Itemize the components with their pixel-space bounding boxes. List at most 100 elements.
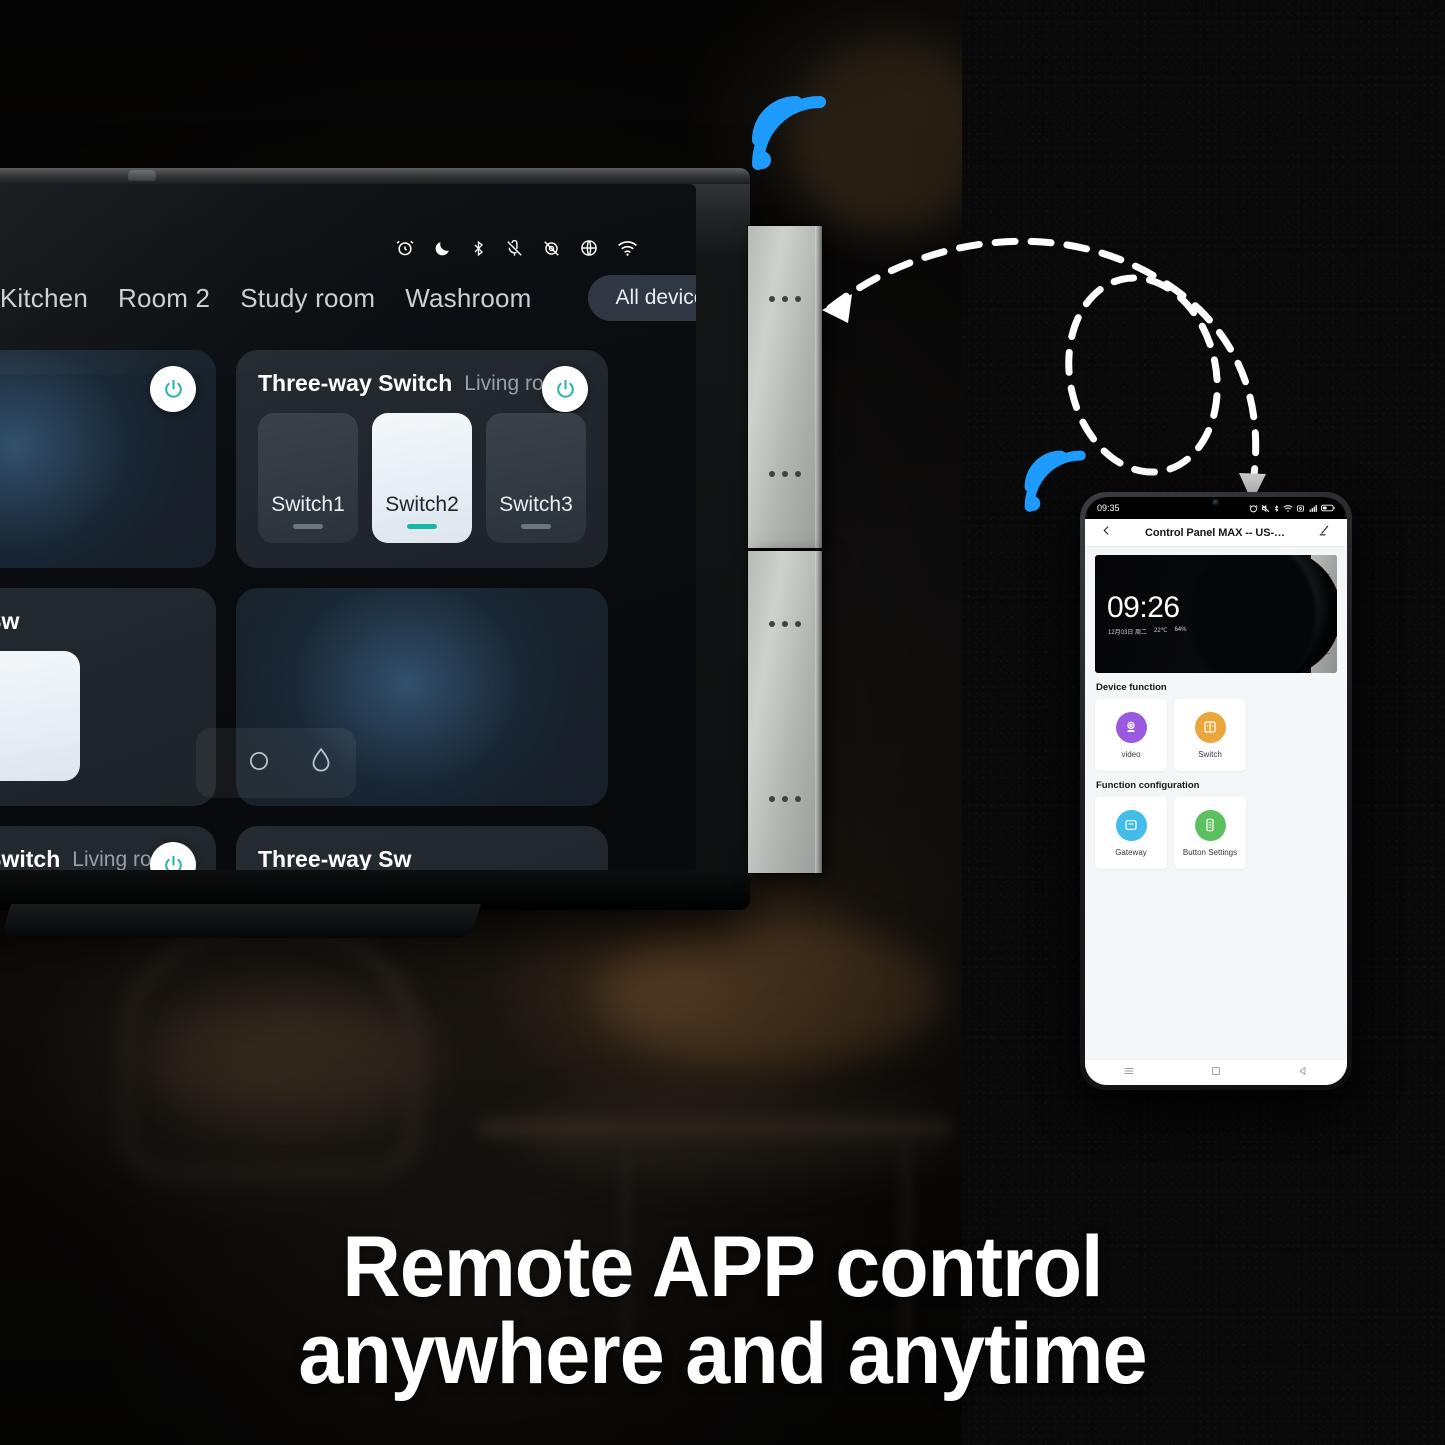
promo-headline: Remote APP control anywhere and anytime xyxy=(43,1218,1401,1403)
home-icon[interactable] xyxy=(1210,1064,1222,1082)
phone-content: 09:26 12月03日 周二 22℃ 64% Device function xyxy=(1085,547,1347,1059)
card-title: Three-way Switch xyxy=(0,846,61,872)
tile-label: Button Settings xyxy=(1182,847,1238,857)
wallpaper-date: 12月03日 周二 xyxy=(1108,630,1148,636)
switch-button[interactable]: Switch2 xyxy=(372,413,472,543)
battery-icon xyxy=(1321,504,1335,512)
bluetooth-icon xyxy=(470,239,487,258)
tile-label: Switch xyxy=(1198,749,1222,759)
room-tab-washroom[interactable]: Washroom xyxy=(405,283,531,314)
function-configuration-tiles: Gateway Button Settings xyxy=(1095,797,1337,869)
device-card[interactable]: Three-way Switch Living room Switch1 xyxy=(0,826,216,872)
phone-app-header: Control Panel MAX -- US-… xyxy=(1085,519,1347,547)
menu-icon[interactable] xyxy=(1123,1064,1135,1082)
device-function-tiles: video Switch xyxy=(1095,699,1337,771)
globe-icon xyxy=(579,238,599,258)
switch-row: Switch1 xyxy=(0,651,194,781)
pencil-icon[interactable] xyxy=(1318,524,1331,542)
scene-root: m Kitchen Room 2 Study room Washroom All… xyxy=(0,0,1445,1445)
device-preview-wallpaper[interactable]: 09:26 12月03日 周二 22℃ 64% xyxy=(1095,555,1337,673)
tile-button-settings[interactable]: Button Settings xyxy=(1174,797,1246,869)
camera-icon xyxy=(1115,711,1147,743)
tile-label: Gateway xyxy=(1115,847,1147,857)
card-header: Three-way Sw xyxy=(0,608,194,635)
tablet-status-bar xyxy=(395,238,638,258)
button-settings-icon xyxy=(1194,809,1226,841)
switch-row: Switch1 Switch2 Switch3 xyxy=(258,413,586,543)
alarm-icon xyxy=(395,238,415,258)
mute-icon xyxy=(1261,504,1270,512)
switch-indicator xyxy=(407,524,437,529)
card-header: Three-way Switch Living room xyxy=(258,370,586,397)
room-tab-study-room[interactable]: Study room xyxy=(240,283,375,314)
page-title: Control Panel MAX -- US-… xyxy=(1145,526,1285,539)
phone-front-camera xyxy=(1212,499,1220,506)
phone-status-bar: 09:35 xyxy=(1085,497,1347,519)
room-tab-kitchen[interactable]: Kitchen xyxy=(0,283,88,314)
back-icon[interactable] xyxy=(1297,1064,1309,1082)
tablet-stand xyxy=(1,904,481,938)
wallpaper-clock: 09:26 xyxy=(1107,591,1180,624)
switch-label: Switch2 xyxy=(385,493,459,516)
headline-line-1: Remote APP control xyxy=(342,1218,1103,1315)
device-card[interactable]: Three-way Sw Switch1 xyxy=(0,588,216,806)
phone-screen: 09:35 Control Panel MAX -- US-… 09:26 12… xyxy=(1085,497,1347,1085)
switch-label: Switch3 xyxy=(499,493,573,516)
tile-gateway[interactable]: Gateway xyxy=(1095,797,1167,869)
signal-icon xyxy=(1309,504,1317,512)
switch-dots xyxy=(769,796,801,802)
device-function-title: Device function xyxy=(1096,682,1167,693)
tablet-top-bar xyxy=(0,168,750,184)
water-drop-icon[interactable] xyxy=(308,746,334,781)
tile-video[interactable]: video xyxy=(1095,699,1167,771)
switch-indicator xyxy=(293,524,323,529)
switch-dots xyxy=(769,621,801,627)
bluetooth-icon xyxy=(1274,504,1279,512)
phone-status-time: 09:35 xyxy=(1097,503,1120,513)
switch-panel-icon xyxy=(1194,711,1226,743)
card-title: Three-way Sw xyxy=(258,846,412,872)
phone-status-icons xyxy=(1249,504,1335,513)
wifi-icon xyxy=(1283,504,1293,512)
power-icon[interactable] xyxy=(542,366,588,412)
fan-icon[interactable] xyxy=(246,748,272,779)
camera-off-icon xyxy=(542,239,561,258)
switch-button[interactable] xyxy=(0,651,80,781)
switch-indicator xyxy=(521,524,551,529)
wallpaper-temperature: 22℃ xyxy=(1154,628,1168,634)
phone-navigation-bar xyxy=(1085,1059,1347,1085)
tablet-screen: m Kitchen Room 2 Study room Washroom All… xyxy=(0,184,696,872)
room-tab-room2[interactable]: Room 2 xyxy=(118,283,210,314)
mic-off-icon xyxy=(505,239,524,258)
card-header: Three-way Sw xyxy=(258,846,586,872)
wallpaper-meta: 12月03日 周二 22℃ 64% xyxy=(1108,627,1186,636)
all-devices-button[interactable]: All devices xyxy=(587,275,696,321)
headline-line-2: anywhere and anytime xyxy=(298,1306,1147,1403)
card-title: Three-way Switch xyxy=(258,370,453,396)
smartphone-device: 09:35 Control Panel MAX -- US-… 09:26 12… xyxy=(1080,492,1352,1090)
power-icon[interactable] xyxy=(150,366,196,412)
tile-switch[interactable]: Switch xyxy=(1174,699,1246,771)
device-card[interactable]: Three-way Switch Living room Switch1 xyxy=(236,350,608,568)
panel-edge xyxy=(815,551,822,873)
climate-mode-tray xyxy=(196,728,356,798)
gateway-icon xyxy=(1115,809,1147,841)
device-card[interactable]: Three-way Sw Switch1 xyxy=(236,826,608,872)
device-card-grid: ❄ °C + xyxy=(0,350,696,872)
wifi-signal-icon-top xyxy=(744,88,836,185)
function-configuration-title: Function configuration xyxy=(1096,780,1200,791)
wifi-icon xyxy=(617,239,638,257)
climate-card[interactable]: ❄ °C + xyxy=(0,350,216,568)
chevron-left-icon[interactable] xyxy=(1101,524,1112,542)
wallpaper-humidity: 64% xyxy=(1174,627,1187,633)
tablet-device: m Kitchen Room 2 Study room Washroom All… xyxy=(0,168,750,938)
dashed-connection-arrow xyxy=(760,190,1320,520)
switch-label: Switch1 xyxy=(271,493,345,516)
card-title: Three-way Sw xyxy=(0,608,20,634)
switch-button[interactable]: Switch3 xyxy=(486,413,586,543)
switch-button[interactable]: Switch1 xyxy=(258,413,358,543)
wall-switch-unit[interactable] xyxy=(748,551,822,873)
climate-card-secondary[interactable] xyxy=(196,588,608,806)
moon-shadow xyxy=(1191,555,1317,673)
tile-label: video xyxy=(1121,749,1141,759)
